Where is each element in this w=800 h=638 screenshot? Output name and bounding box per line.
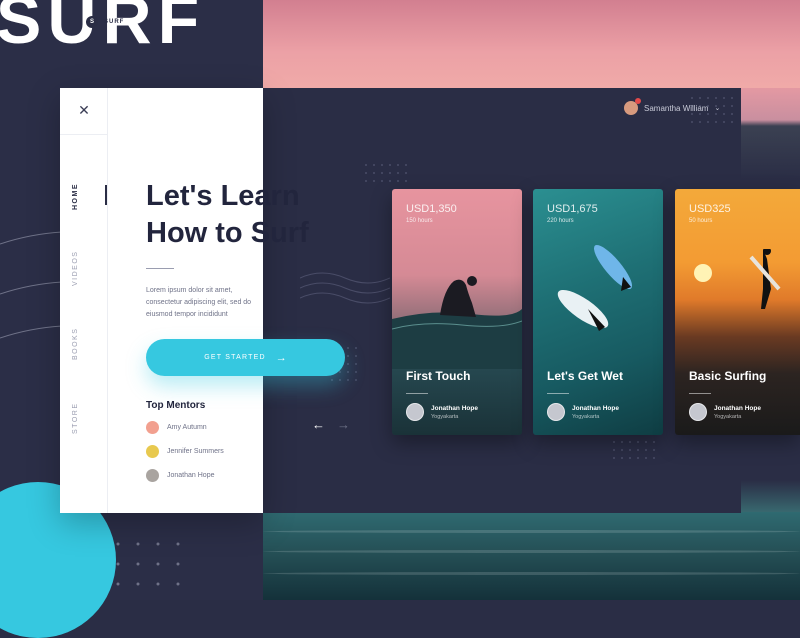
arrow-left-icon[interactable]: ←	[312, 417, 325, 432]
mentor-name: Jonathan Hope	[167, 472, 215, 479]
course-card[interactable]: USD1,350 150 hours First Touch Jonathan …	[392, 189, 522, 435]
author-avatar	[406, 403, 424, 421]
nav-item-home[interactable]: HOME	[72, 167, 96, 227]
author-name: Jonathan Hope	[714, 404, 761, 412]
hero-title: Let's Learn How to Surf	[146, 178, 309, 252]
nav-divider	[60, 134, 107, 135]
arrow-right-icon[interactable]: →	[337, 417, 350, 432]
dots-pattern	[613, 441, 655, 459]
course-card[interactable]: USD325 50 hours Basic Surfing Jonathan H…	[675, 189, 800, 435]
course-price: USD1,675	[547, 203, 598, 215]
logo-mark: S	[86, 16, 98, 28]
notification-dot	[635, 98, 641, 104]
course-title: First Touch	[406, 369, 471, 383]
course-author: Jonathan Hope Yogyakarta	[406, 403, 478, 421]
mentor-item[interactable]: Jennifer Summers	[146, 445, 224, 458]
mentor-name: Amy Autumn	[167, 424, 207, 431]
user-avatar	[624, 98, 641, 115]
sea-waves	[263, 512, 800, 600]
course-author: Jonathan Hope Yogyakarta	[689, 403, 761, 421]
decorative-curves	[0, 231, 62, 339]
mentor-avatar	[146, 469, 159, 482]
course-hours: 220 hours	[547, 218, 574, 224]
nav-item-store[interactable]: STORE	[72, 388, 96, 448]
decorative-dots	[116, 542, 180, 586]
mentor-avatar	[146, 421, 159, 434]
user-menu[interactable]: Samantha William ⌄	[624, 98, 721, 115]
surfboards-image	[557, 244, 633, 331]
mentor-avatar	[146, 445, 159, 458]
card-divider	[547, 393, 569, 394]
mentor-item[interactable]: Amy Autumn	[146, 421, 207, 434]
mentor-item[interactable]: Jonathan Hope	[146, 469, 214, 482]
get-started-label: GET STARTED	[204, 354, 266, 361]
author-location: Yogyakarta	[572, 413, 600, 420]
nav-item-books[interactable]: BOOKS	[72, 314, 96, 374]
logo-text: SURF	[104, 19, 125, 25]
hero-description: Lorem ipsum dolor sit amet, consectetur …	[146, 287, 252, 318]
course-price: USD1,350	[406, 203, 457, 215]
card-divider	[689, 393, 711, 394]
sunset-sky	[263, 0, 800, 88]
mentor-name: Jennifer Summers	[167, 448, 224, 455]
course-hours: 50 hours	[689, 218, 713, 224]
course-card[interactable]: USD1,675 220 hours Let's Get Wet Jonatha…	[533, 189, 663, 435]
course-title: Basic Surfing	[689, 369, 767, 383]
author-location: Yogyakarta	[714, 413, 742, 420]
hero-title-line-1: Let's Learn	[146, 180, 300, 212]
course-author: Jonathan Hope Yogyakarta	[547, 403, 619, 421]
surfer-image	[392, 276, 522, 369]
author-location: Yogyakarta	[431, 413, 459, 420]
user-name: Samantha William	[644, 103, 709, 113]
title-underline	[146, 268, 174, 269]
decorative-waves	[300, 272, 390, 304]
get-started-button[interactable]: GET STARTED →	[146, 339, 345, 376]
side-nav: ✕ HOME VIDEOS BOOKS STORE	[60, 88, 108, 513]
nav-item-videos[interactable]: VIDEOS	[72, 238, 96, 298]
hero-title-line-2: How to Surf	[146, 217, 309, 249]
author-name: Jonathan Hope	[431, 404, 478, 412]
top-mentors-title: Top Mentors	[146, 400, 206, 411]
close-icon[interactable]: ✕	[77, 103, 91, 117]
author-avatar	[689, 403, 707, 421]
course-price: USD325	[689, 203, 731, 215]
chevron-down-icon: ⌄	[714, 105, 721, 112]
author-avatar	[547, 403, 565, 421]
arrow-right-icon: →	[275, 351, 287, 364]
author-name: Jonathan Hope	[572, 404, 619, 412]
logo[interactable]: S SURF	[86, 16, 124, 28]
card-divider	[406, 393, 428, 394]
course-title: Let's Get Wet	[547, 369, 623, 383]
sunset-surfer-image	[694, 249, 781, 309]
course-hours: 150 hours	[406, 218, 433, 224]
nav-active-indicator	[105, 185, 107, 205]
